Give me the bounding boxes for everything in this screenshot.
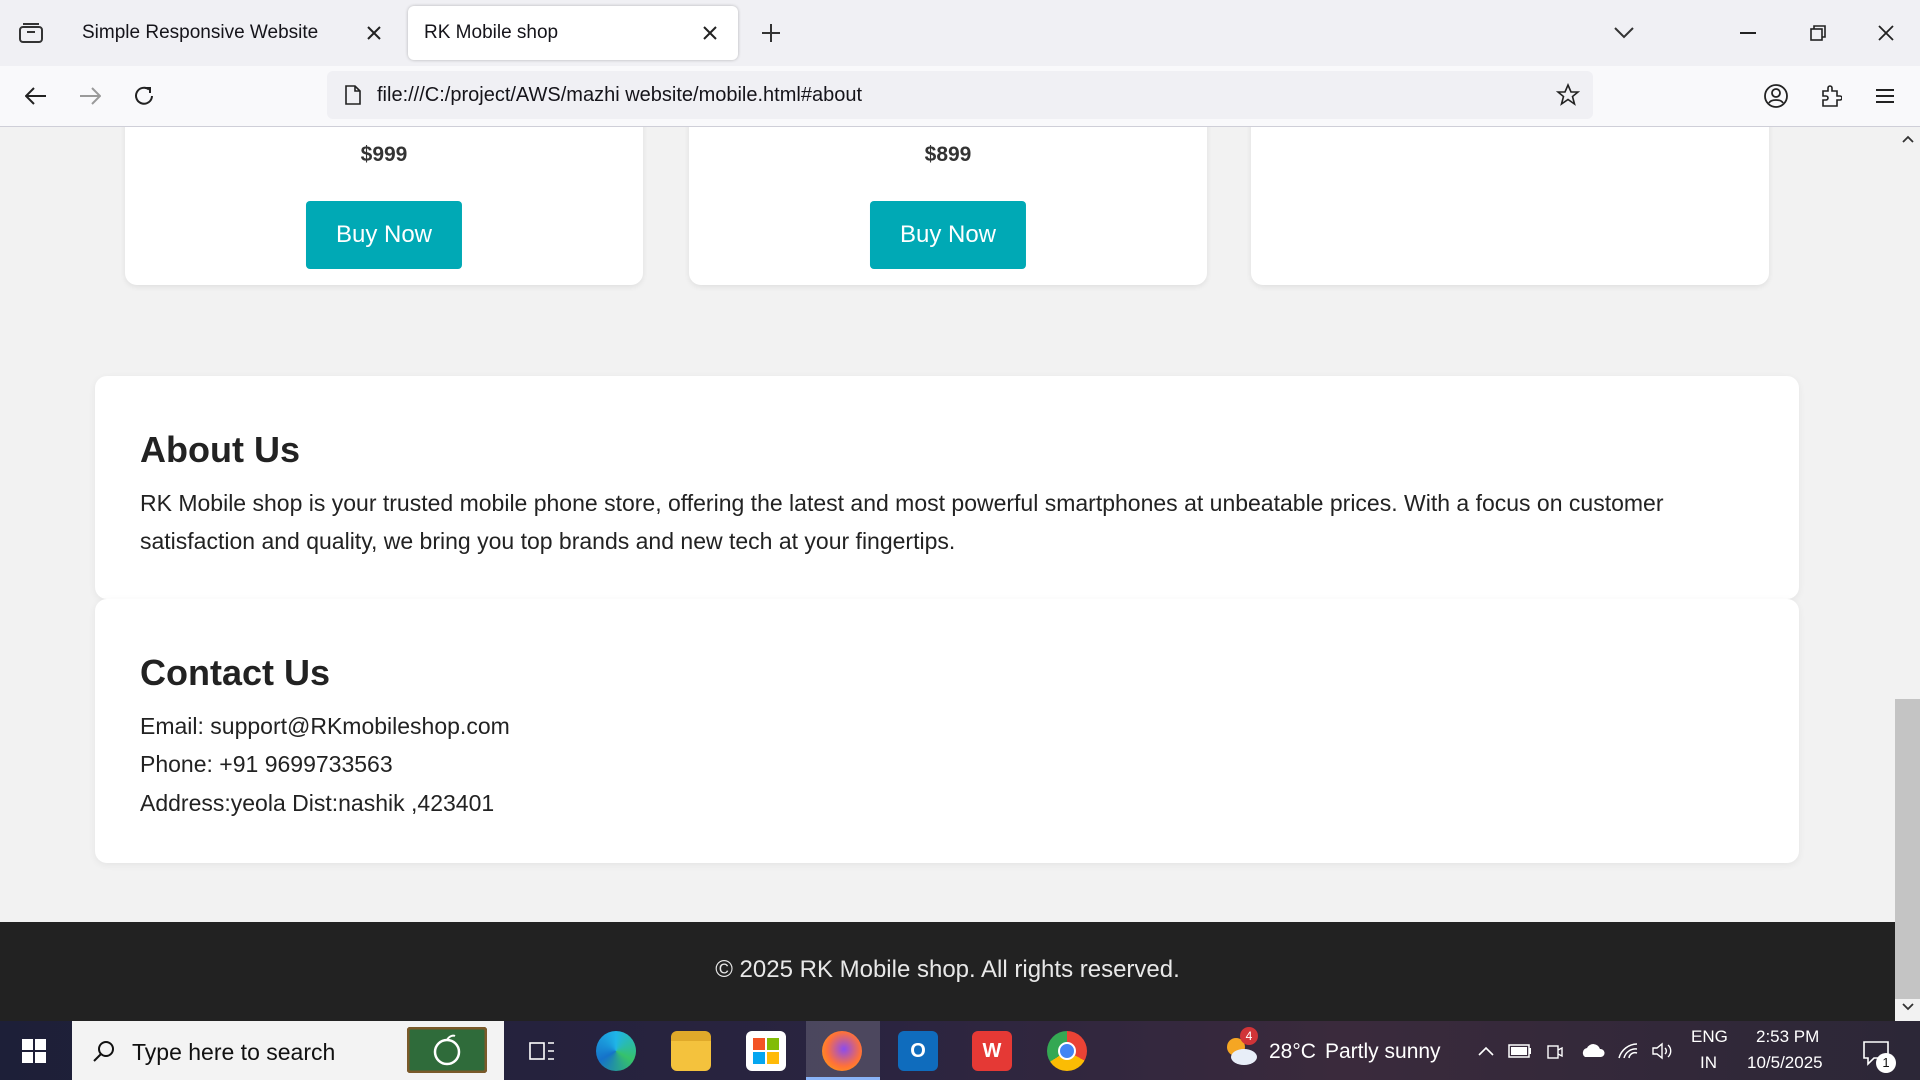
minimize-icon[interactable] (1728, 18, 1768, 48)
buy-now-button[interactable]: Buy Now (305, 201, 463, 269)
reload-icon[interactable] (128, 81, 160, 111)
weather-temperature: 28°C (1269, 1040, 1316, 1063)
new-tab-icon[interactable] (756, 18, 786, 48)
wifi-icon[interactable] (1614, 1039, 1642, 1063)
search-highlight-icon (406, 1027, 488, 1073)
notification-count-badge: 1 (1876, 1053, 1896, 1073)
file-explorer-icon[interactable] (671, 1031, 711, 1071)
scrollbar-thumb[interactable] (1895, 699, 1920, 999)
buy-now-button[interactable]: Buy Now (869, 201, 1027, 269)
chrome-icon[interactable] (1047, 1031, 1087, 1071)
close-window-icon[interactable] (1866, 18, 1906, 48)
close-icon[interactable] (696, 19, 724, 47)
page-scrollbar[interactable] (1895, 127, 1920, 1021)
contact-email: Email: support@RKmobileshop.com (140, 713, 510, 739)
product-price: $899 (924, 143, 972, 166)
page-viewport: $999 Buy Now $899 Buy Now About Us RK Mo… (0, 127, 1895, 1021)
back-arrow-icon[interactable] (20, 81, 52, 111)
input-language[interactable]: ENG (1691, 1027, 1728, 1047)
microsoft-store-icon[interactable] (746, 1031, 786, 1071)
product-card: $999 Buy Now (125, 127, 643, 285)
contact-heading: Contact Us (140, 652, 331, 693)
about-text: RK Mobile shop is your trusted mobile ph… (140, 490, 1664, 554)
battery-icon[interactable] (1506, 1039, 1534, 1063)
clock-date[interactable]: 10/5/2025 (1747, 1053, 1823, 1073)
edge-browser-icon[interactable] (596, 1031, 636, 1071)
show-hidden-icons-chevron-icon[interactable] (1474, 1039, 1498, 1063)
menu-hamburger-icon[interactable] (1869, 81, 1901, 111)
bookmark-star-icon[interactable] (1553, 81, 1583, 109)
page-footer: © 2025 RK Mobile shop. All rights reserv… (0, 922, 1895, 1021)
outlook-icon[interactable]: O (898, 1031, 938, 1071)
tab-rk-mobile-shop[interactable]: RK Mobile shop (408, 6, 738, 60)
search-placeholder: Type here to search (132, 1039, 336, 1065)
tab-simple-responsive-website[interactable]: Simple Responsive Website (66, 6, 402, 60)
navigation-toolbar: file:///C:/project/AWS/mazhi website/mob… (0, 66, 1920, 127)
contact-section: Contact Us Email: support@RKmobileshop.c… (95, 599, 1799, 863)
scroll-up-icon[interactable] (1899, 131, 1917, 147)
product-card (1251, 127, 1769, 285)
about-section: About Us RK Mobile shop is your trusted … (95, 376, 1799, 599)
account-icon[interactable] (1760, 81, 1792, 111)
task-view-icon[interactable] (522, 1035, 562, 1067)
close-icon[interactable] (360, 19, 388, 47)
list-all-tabs-icon[interactable] (1608, 18, 1640, 48)
address-bar[interactable]: file:///C:/project/AWS/mazhi website/mob… (327, 71, 1593, 119)
restore-icon[interactable] (1798, 18, 1838, 48)
tab-bar: Simple Responsive Website RK Mobile shop (0, 0, 1920, 66)
meet-now-icon[interactable] (1542, 1039, 1568, 1063)
tab-title: Simple Responsive Website (82, 22, 319, 43)
onedrive-cloud-icon[interactable] (1576, 1039, 1608, 1063)
wps-office-icon[interactable]: W (972, 1031, 1012, 1071)
url-text: file:///C:/project/AWS/mazhi website/mob… (377, 84, 863, 106)
product-card: $899 Buy Now (689, 127, 1207, 285)
forward-arrow-icon[interactable] (74, 81, 106, 111)
contact-address: Address:yeola Dist:nashik ,423401 (140, 790, 495, 816)
product-price: $999 (360, 143, 408, 166)
contact-phone: Phone: +91 9699733563 (140, 751, 393, 777)
page-icon (343, 83, 363, 107)
weather-badge: 4 (1240, 1027, 1258, 1045)
about-heading: About Us (140, 429, 300, 470)
scroll-down-icon[interactable] (1899, 999, 1917, 1015)
windows-taskbar: Type here to search O W 4 28°C Partly su… (0, 1021, 1920, 1080)
taskbar-search-box[interactable]: Type here to search (72, 1021, 504, 1080)
tab-overview-icon[interactable] (14, 18, 48, 48)
tab-title: RK Mobile shop (424, 22, 559, 43)
volume-icon[interactable] (1648, 1039, 1676, 1063)
weather-condition: Partly sunny (1325, 1040, 1441, 1063)
windows-start-icon[interactable] (14, 1035, 54, 1067)
input-region[interactable]: IN (1700, 1053, 1717, 1073)
firefox-icon[interactable] (822, 1031, 862, 1071)
footer-copyright: © 2025 RK Mobile shop. All rights reserv… (715, 956, 1180, 983)
clock-time[interactable]: 2:53 PM (1756, 1027, 1819, 1047)
extensions-icon[interactable] (1815, 81, 1847, 111)
search-icon (90, 1037, 118, 1065)
